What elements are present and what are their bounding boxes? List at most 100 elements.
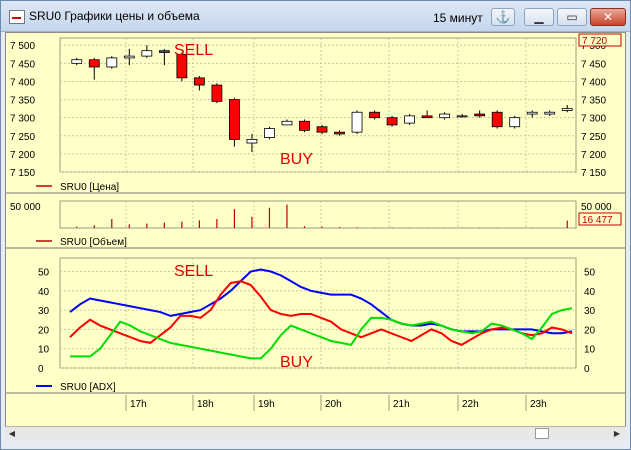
price-ytick-label-right: 7 300	[581, 114, 606, 125]
time-tick-label: 23h	[530, 399, 547, 410]
adx-sell-label: SELL	[174, 263, 213, 280]
window-title: SRU0 Графики цены и объема	[29, 9, 200, 23]
time-tick-label: 18h	[197, 399, 214, 410]
time-tick-label: 21h	[393, 399, 410, 410]
candle-body	[421, 115, 433, 119]
price-ytick-label: 7 400	[10, 77, 35, 88]
volume-legend: SRU0 [Объем]	[60, 236, 127, 248]
adx-ytick-label-right: 30	[584, 306, 596, 317]
price-ytick-label-right: 7 200	[581, 150, 606, 161]
scroll-right-icon[interactable]: ▶	[610, 427, 624, 440]
candle-body	[123, 55, 135, 59]
candle-body	[246, 139, 258, 144]
candle-body	[526, 111, 538, 115]
candle-body	[474, 113, 486, 117]
price-ytick-label: 7 350	[10, 96, 35, 107]
price-ytick-label: 7 150	[10, 168, 35, 179]
candle-body	[334, 131, 345, 135]
price-sell-label: SELL	[174, 42, 213, 59]
title-bar[interactable]: SRU0 Графики цены и объема 15 минут ⚓ ▁ …	[1, 1, 630, 32]
price-ytick-label: 7 200	[10, 150, 35, 161]
adx-ytick-label: 50	[38, 268, 50, 279]
adx-ytick-label: 20	[38, 325, 50, 336]
adx-ytick-label-right: 0	[584, 364, 590, 375]
scroll-left-icon[interactable]: ◀	[5, 427, 19, 440]
candle-body	[264, 128, 275, 138]
price-ytick-label-right: 7 150	[581, 168, 606, 179]
scroll-thumb[interactable]	[535, 428, 549, 439]
time-tick-label: 17h	[130, 399, 147, 410]
price-candle	[106, 56, 118, 69]
candle-body	[229, 99, 240, 140]
adx-ytick-label: 30	[38, 306, 50, 317]
chart-area: 7 500 7 500 7 450 7 450 7 400 7 400 7 350 7 350…	[5, 32, 626, 440]
price-candle	[264, 126, 275, 140]
price-ytick-label-right: 7 250	[581, 132, 606, 143]
time-tick-label: 19h	[258, 399, 275, 410]
candle-body	[404, 115, 415, 124]
candle-body	[193, 77, 205, 86]
price-candle	[351, 110, 363, 134]
interval-selector[interactable]: 15 минут	[433, 11, 483, 25]
anchor-icon[interactable]: ⚓	[491, 8, 515, 26]
price-plot-box	[59, 37, 577, 173]
adx-legend: SRU0 [ADX]	[60, 382, 116, 393]
candle-body	[211, 84, 223, 102]
price-candle	[211, 83, 223, 104]
candle-body	[509, 117, 521, 128]
price-candle	[491, 110, 503, 129]
adx-ytick-label-right: 10	[584, 345, 596, 356]
candle-body	[351, 111, 363, 133]
candle-body	[316, 126, 328, 133]
candle-body	[281, 120, 293, 126]
adx-ytick-label: 10	[38, 345, 50, 356]
candle-body	[88, 59, 100, 68]
candle-body	[369, 111, 380, 119]
price-candle	[299, 119, 310, 133]
price-ytick-label-right: 7 450	[581, 59, 606, 70]
price-ytick-label-right: 7 350	[581, 96, 606, 107]
price-candle	[404, 114, 415, 125]
price-ytick-label: 7 500	[10, 41, 35, 52]
adx-ytick-label-right: 40	[584, 287, 596, 298]
minimize-button[interactable]: ▁	[524, 8, 554, 26]
price-candle	[509, 115, 521, 129]
price-buy-label: BUY	[280, 151, 313, 168]
candle-body	[299, 120, 310, 131]
adx-ytick-label-right: 50	[584, 268, 596, 279]
price-current: 7 720	[582, 36, 607, 47]
candle-body	[386, 117, 398, 126]
price-candle	[229, 97, 240, 147]
volume-ytick-right: 50 000	[581, 202, 612, 213]
adx-buy-label: BUY	[280, 354, 313, 371]
price-legend: SRU0 [Цена]	[60, 182, 119, 193]
adx-ytick-label: 40	[38, 287, 50, 298]
adx-ytick-label: 0	[38, 364, 44, 375]
chart-app-icon	[9, 10, 25, 24]
close-button[interactable]: ✕	[590, 8, 626, 26]
price-ytick-label: 7 250	[10, 132, 35, 143]
maximize-button[interactable]: ▭	[557, 8, 587, 26]
price-candle	[386, 115, 398, 127]
adx-ytick-label-right: 20	[584, 325, 596, 336]
candle-body	[544, 111, 556, 115]
time-tick-label: 22h	[462, 399, 479, 410]
candle-body	[561, 108, 573, 111]
adx-plot-box	[59, 257, 577, 369]
candle-body	[141, 50, 153, 57]
candle-body	[456, 115, 468, 118]
candle-body	[71, 59, 83, 64]
chart-window: SRU0 Графики цены и объема 15 минут ⚓ ▁ …	[0, 0, 631, 450]
price-ytick-label: 7 450	[10, 59, 35, 70]
candle-body	[491, 111, 503, 128]
volume-plot-box	[59, 200, 577, 229]
volume-current: 16 477	[582, 215, 613, 226]
price-ytick-label: 7 300	[10, 114, 35, 125]
price-ytick-label-right: 7 400	[581, 77, 606, 88]
candle-body	[158, 50, 170, 53]
horizontal-scrollbar[interactable]: ◀ ▶	[5, 426, 626, 440]
volume-ytick: 50 000	[10, 202, 41, 213]
time-tick-label: 20h	[325, 399, 342, 410]
candle-body	[106, 57, 118, 68]
chart-canvas: 7 500 7 5007 450 7 4507 400 7 4007 350 7 350…	[6, 33, 625, 411]
